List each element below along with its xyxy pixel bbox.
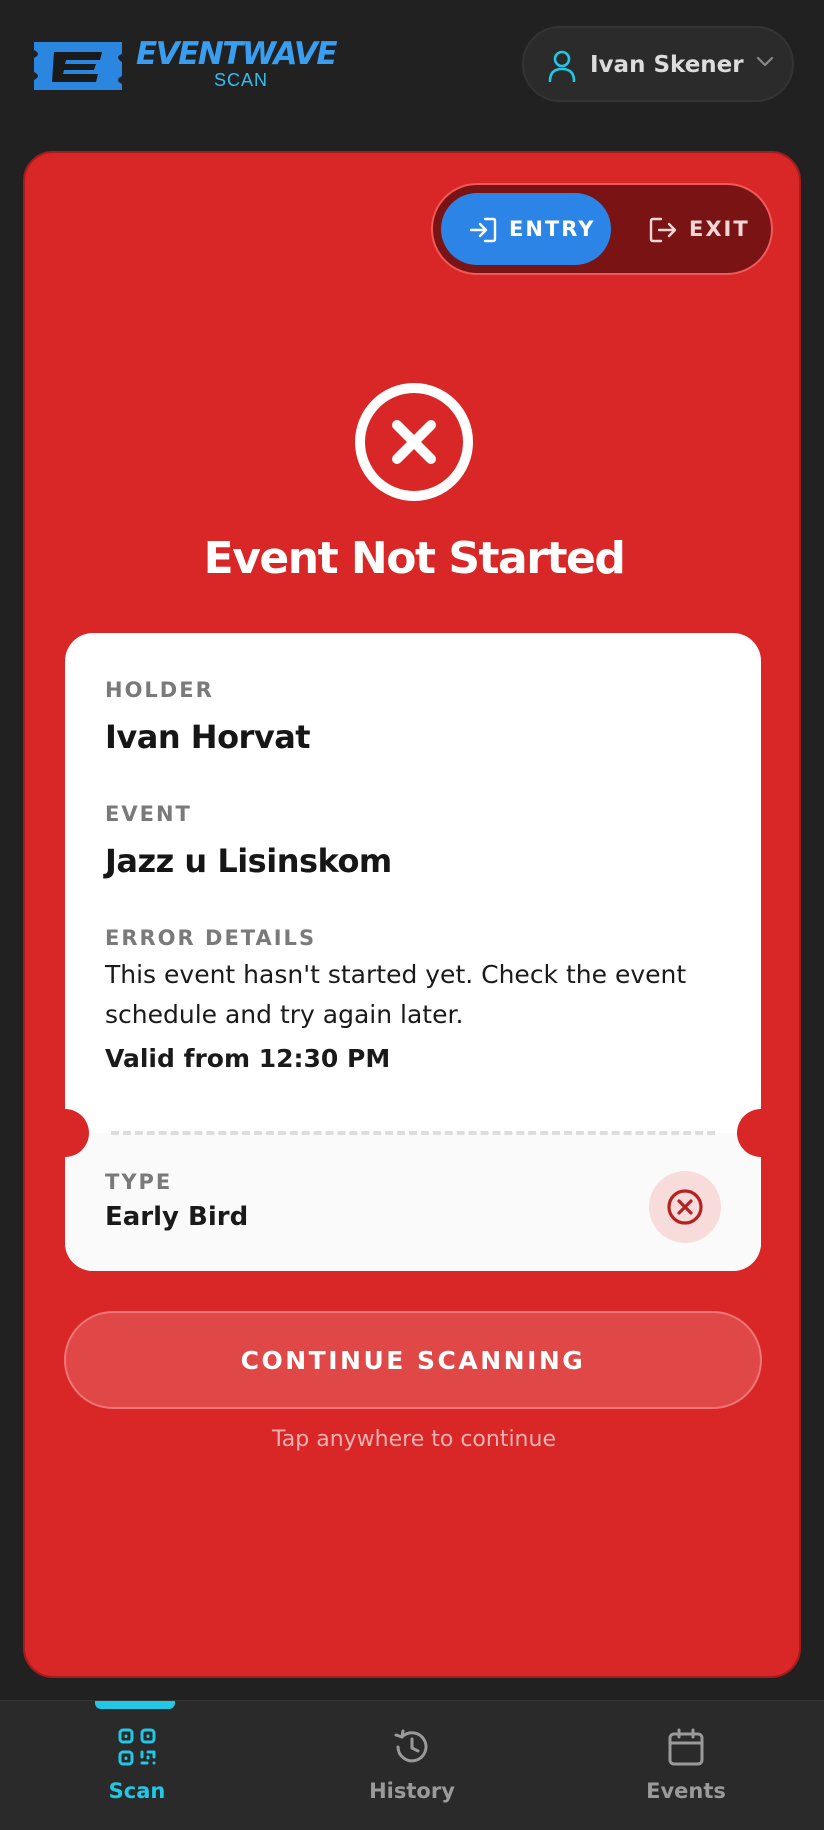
sign-in-icon [469, 217, 497, 243]
bottom-navigation: Scan History Events [0, 1700, 824, 1830]
ticket-details: HOLDER Ivan Horvat EVENT Jazz u Lisinsko… [41, 633, 785, 1271]
chevron-down-icon [756, 56, 774, 67]
exit-mode-button[interactable]: EXIT [619, 193, 767, 265]
ticket-notch-right [737, 1109, 785, 1157]
nav-label-history: History [369, 1779, 455, 1803]
user-menu-button[interactable]: Ivan Skener [522, 26, 794, 102]
error-details-text: This event hasn't started yet. Check the… [105, 960, 687, 1029]
nav-label-scan: Scan [108, 1779, 166, 1803]
nav-tab-scan[interactable]: Scan [27, 1701, 247, 1830]
type-label: TYPE [105, 1170, 173, 1194]
x-circle-icon [667, 1189, 703, 1225]
nav-tab-events[interactable]: Events [576, 1701, 796, 1830]
holder-value: Ivan Horvat [105, 718, 311, 756]
error-details-label: ERROR DETAILS [105, 926, 317, 950]
nav-tab-history[interactable]: History [302, 1701, 522, 1830]
calendar-icon [668, 1728, 704, 1766]
continue-scanning-button[interactable]: CONTINUE SCANNING [64, 1311, 762, 1409]
holder-label: HOLDER [105, 678, 214, 702]
nav-label-events: Events [646, 1779, 726, 1803]
sign-out-icon [649, 217, 677, 243]
error-x-circle-icon [355, 383, 473, 501]
app-header: EVENTWAVE SCAN Ivan Skener [0, 0, 824, 130]
user-name: Ivan Skener [590, 52, 744, 78]
ticket-divider [111, 1131, 715, 1135]
active-tab-indicator [95, 1701, 175, 1709]
invalid-badge [649, 1171, 721, 1243]
logo-wordmark: EVENTWAVE [136, 36, 338, 72]
ticket-logo-icon [34, 42, 122, 90]
user-icon [548, 50, 576, 82]
logo-subtitle: SCAN [214, 70, 269, 90]
eventwave-logo: EVENTWAVE SCAN [30, 34, 350, 94]
scan-result-card[interactable]: ENTRY EXIT Event Not Started HOLDER Ivan… [23, 151, 801, 1678]
valid-from-text: Valid from 12:30 PM [105, 1044, 391, 1073]
result-title: Event Not Started [203, 533, 626, 584]
ticket-notch-left [41, 1109, 89, 1157]
entry-mode-button[interactable]: ENTRY [441, 193, 611, 265]
event-value: Jazz u Lisinskom [105, 842, 392, 880]
qr-scan-icon [118, 1728, 156, 1766]
exit-label: EXIT [689, 217, 750, 241]
tap-to-continue-hint: Tap anywhere to continue [272, 1427, 556, 1452]
type-value: Early Bird [105, 1202, 249, 1232]
entry-label: ENTRY [509, 217, 596, 241]
scan-screen: EVENTWAVE SCAN Ivan Skener ENTRY EXIT Ev… [0, 0, 824, 1830]
history-icon [394, 1729, 428, 1763]
event-label: EVENT [105, 802, 192, 826]
entry-exit-toggle: ENTRY EXIT [431, 183, 773, 275]
